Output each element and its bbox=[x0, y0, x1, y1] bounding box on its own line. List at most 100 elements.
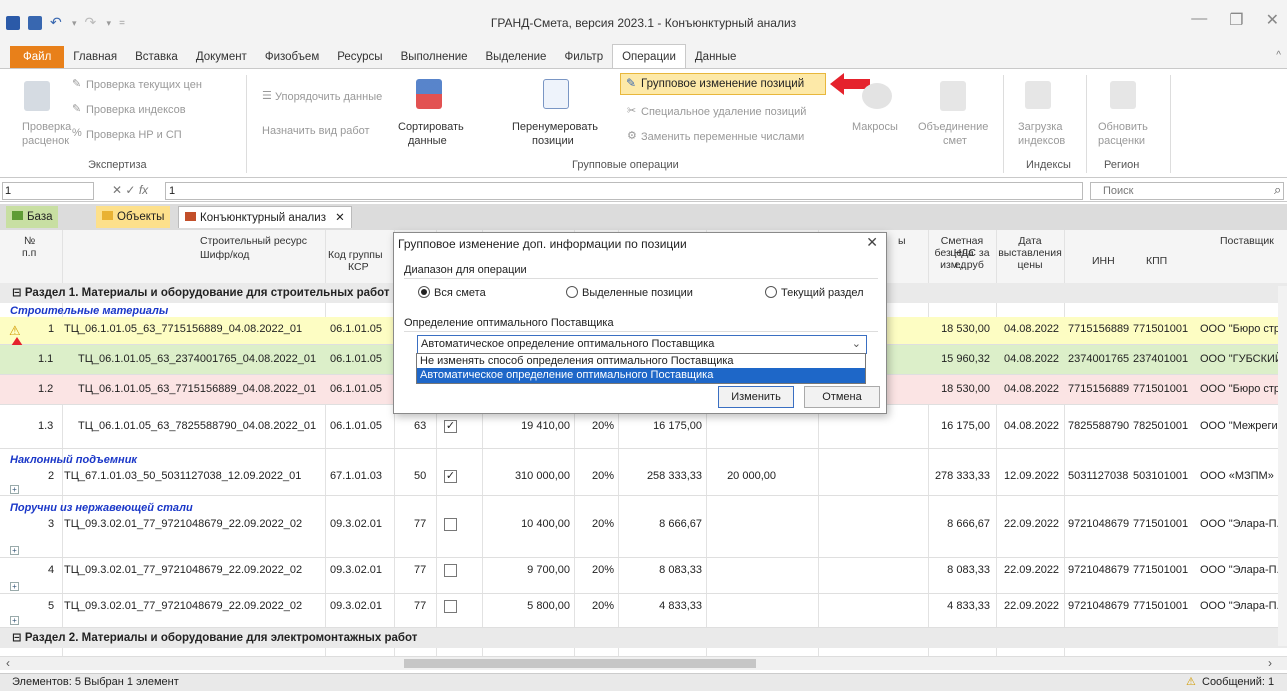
load-indexes-label[interactable]: Загрузка bbox=[1018, 121, 1062, 133]
header-inn: ИНН bbox=[1092, 255, 1115, 267]
radio-section-label[interactable]: Текущий раздел bbox=[781, 287, 864, 299]
expand-icon[interactable]: + bbox=[10, 546, 19, 555]
radio-all-label[interactable]: Вся смета bbox=[434, 287, 486, 299]
collapse-ribbon-icon[interactable]: ^ bbox=[1276, 50, 1281, 61]
chevron-down-icon[interactable]: ⌄ bbox=[852, 336, 861, 353]
tab-selection[interactable]: Выделение bbox=[477, 46, 556, 68]
row-date: 04.08.2022 bbox=[1004, 353, 1060, 365]
sort-button-label[interactable]: Сортировать bbox=[398, 121, 464, 133]
scroll-right-icon[interactable]: › bbox=[1268, 656, 1272, 670]
expand-icon[interactable]: + bbox=[10, 582, 19, 591]
supplier-select[interactable]: Автоматическое определение оптимального … bbox=[417, 335, 867, 354]
row-code: ТЦ_06.1.01.05_63_2374001765_04.08.2022_0… bbox=[78, 353, 317, 365]
radio-selected-label[interactable]: Выделенные позиции bbox=[582, 287, 693, 299]
radio-all[interactable] bbox=[418, 286, 430, 298]
merge-button-label[interactable]: Объединение bbox=[918, 121, 988, 133]
row-price-no-vat: 258 333,33 bbox=[646, 470, 702, 482]
row-checkbox[interactable]: ✓ bbox=[444, 470, 457, 483]
search-input[interactable]: Поиск bbox=[1090, 182, 1284, 200]
confirm-edit-icon[interactable]: ✓ bbox=[125, 183, 135, 197]
formula-buttons: ✕ ✓ fx bbox=[112, 183, 148, 197]
row-checkbox[interactable] bbox=[444, 600, 457, 613]
maximize-icon[interactable]: ❐ bbox=[1229, 10, 1243, 30]
minimize-icon[interactable]: — bbox=[1191, 10, 1207, 30]
expand-icon[interactable]: + bbox=[10, 485, 19, 494]
collapse-icon[interactable]: ⊟ bbox=[12, 287, 25, 299]
scroll-thumb[interactable] bbox=[404, 659, 756, 668]
scroll-left-icon[interactable]: ‹ bbox=[6, 656, 10, 670]
header-kpp: КПП bbox=[1146, 255, 1168, 267]
update-rates-label[interactable]: Обновить bbox=[1098, 121, 1148, 133]
assign-work-button[interactable]: Назначить вид работ bbox=[262, 125, 370, 137]
formula-value-input[interactable]: 1 bbox=[165, 182, 1083, 200]
tab-insert[interactable]: Вставка bbox=[126, 46, 187, 68]
update-rates-label-2[interactable]: расценки bbox=[1098, 135, 1145, 147]
messages-count[interactable]: Сообщений: 1 bbox=[1202, 674, 1274, 691]
dropdown-option-selected[interactable]: Автоматическое определение оптимального … bbox=[417, 368, 865, 383]
function-icon[interactable]: fx bbox=[139, 183, 148, 197]
expand-icon[interactable]: + bbox=[10, 616, 19, 625]
section-row[interactable]: ⊟ Раздел 2. Материалы и оборудование для… bbox=[0, 628, 1287, 648]
radio-section[interactable] bbox=[765, 286, 777, 298]
macros-button[interactable]: Макросы bbox=[852, 121, 898, 133]
order-data-button[interactable]: Упорядочить данные bbox=[275, 91, 382, 103]
row-number: 1.3 bbox=[38, 420, 54, 432]
check-np-button[interactable]: Проверка НР и СП bbox=[86, 129, 182, 141]
check-rates-label[interactable]: Проверка bbox=[22, 121, 71, 133]
check-rates-label-2[interactable]: расценок bbox=[22, 135, 69, 147]
row-number: 1.2 bbox=[38, 383, 54, 395]
row-code: ТЦ_09.3.02.01_77_9721048679_22.09.2022_0… bbox=[64, 518, 303, 530]
tab-home[interactable]: Главная bbox=[64, 46, 126, 68]
dropdown-option[interactable]: Не изменять способ определения оптимальн… bbox=[417, 354, 865, 368]
replace-vars-button[interactable]: Заменить переменные числами bbox=[641, 131, 804, 143]
group-change-icon: ✎ bbox=[626, 76, 637, 90]
merge-button-label-2[interactable]: смет bbox=[943, 135, 967, 147]
tab-filter[interactable]: Фильтр bbox=[555, 46, 612, 68]
renumber-button-label[interactable]: Перенумеровать bbox=[512, 121, 598, 133]
tab-objects[interactable]: Объекты bbox=[96, 206, 171, 228]
sort-button-label-2[interactable]: данные bbox=[408, 135, 447, 147]
tab-file[interactable]: Файл bbox=[10, 46, 65, 68]
row-checkbox[interactable]: ✓ bbox=[444, 420, 457, 433]
search-icon[interactable]: ⌕ bbox=[1274, 182, 1281, 198]
horizontal-scrollbar[interactable]: ‹ › bbox=[0, 656, 1287, 670]
load-indexes-label-2[interactable]: индексов bbox=[1018, 135, 1065, 147]
row-inn: 7715156889 bbox=[1068, 383, 1130, 395]
group-title: Поручни из нержавеющей стали bbox=[10, 502, 193, 514]
close-icon[interactable]: ✕ bbox=[1266, 10, 1279, 30]
row-supplier: ООО "Элара-П. bbox=[1200, 600, 1280, 612]
group-change-button[interactable]: ✎ Групповое изменение позиций bbox=[620, 73, 826, 95]
radio-selected[interactable] bbox=[566, 286, 578, 298]
row-price-no-vat: 4 833,33 bbox=[659, 600, 702, 612]
renumber-button-label-2[interactable]: позиции bbox=[532, 135, 574, 147]
collapse-icon[interactable]: ⊟ bbox=[12, 632, 25, 644]
tab-data[interactable]: Данные bbox=[686, 46, 746, 68]
row-supplier: ООО "Бюро стр bbox=[1200, 383, 1281, 395]
tab-operations[interactable]: Операции bbox=[612, 44, 686, 68]
cancel-button[interactable]: Отмена bbox=[804, 386, 880, 408]
tab-resources[interactable]: Ресурсы bbox=[328, 46, 391, 68]
row-code: ТЦ_67.1.01.03_50_5031127038_12.09.2022_0… bbox=[64, 470, 302, 482]
check-indexes-button[interactable]: Проверка индексов bbox=[86, 104, 186, 116]
row-supplier: ООО «МЗПМ» bbox=[1200, 470, 1274, 482]
vertical-scrollbar[interactable] bbox=[1278, 286, 1287, 646]
check-prices-button[interactable]: Проверка текущих цен bbox=[86, 79, 202, 91]
tab-base[interactable]: База bbox=[6, 206, 59, 228]
dialog-close-icon[interactable]: ✕ bbox=[866, 234, 878, 251]
row-checkbox[interactable] bbox=[444, 564, 457, 577]
special-delete-button[interactable]: Специальное удаление позиций bbox=[641, 106, 806, 118]
row-supplier: ООО "Элара-П. bbox=[1200, 518, 1280, 530]
warning-icon: ⚠ bbox=[1186, 676, 1196, 688]
tab-volume[interactable]: Физобъем bbox=[256, 46, 328, 68]
row-inn: 9721048679 bbox=[1068, 600, 1130, 612]
close-tab-icon[interactable]: ✕ bbox=[335, 212, 345, 224]
ribbon-separator bbox=[246, 75, 247, 173]
tab-execution[interactable]: Выполнение bbox=[392, 46, 477, 68]
tab-analysis[interactable]: Конъюнктурный анализ ✕ bbox=[178, 206, 352, 228]
cell-reference-input[interactable]: 1 bbox=[2, 182, 94, 200]
cancel-edit-icon[interactable]: ✕ bbox=[112, 183, 122, 197]
row-checkbox[interactable] bbox=[444, 518, 457, 531]
change-button[interactable]: Изменить bbox=[718, 386, 794, 408]
row-price: 15 960,32 bbox=[941, 353, 990, 365]
tab-document[interactable]: Документ bbox=[187, 46, 256, 68]
